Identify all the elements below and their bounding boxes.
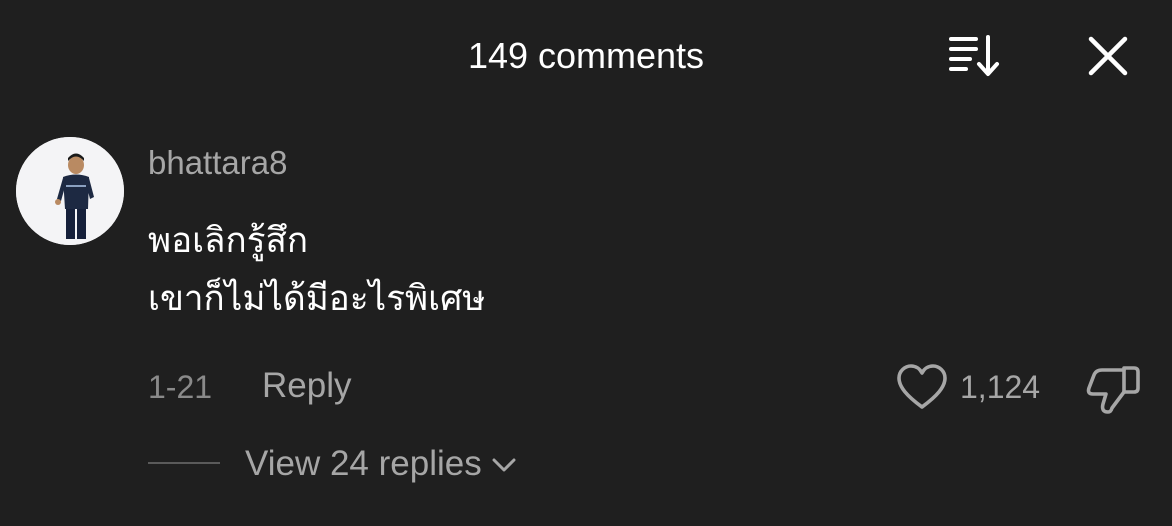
sort-icon[interactable] [946,33,1006,79]
replies-divider [148,462,220,464]
like-count: 1,124 [960,369,1041,405]
chevron-down-icon [492,458,516,472]
reply-button[interactable]: Reply [262,364,351,408]
view-replies-label: View 24 replies [245,444,482,483]
avatar[interactable] [16,137,124,245]
comment-text-line: เขาก็ไม่ได้มีอะไรพิเศษ [148,279,486,319]
comment-text: พอเลิกรู้สึก เขาก็ไม่ได้มีอะไรพิเศษ [148,212,485,328]
comment-text-line: พอเลิกรู้สึก [148,221,309,261]
comment-date: 1-21 [148,369,213,405]
view-replies-button[interactable]: View 24 replies [245,441,518,487]
heart-outline-icon[interactable] [895,362,949,412]
avatar-photo [16,137,124,245]
comment-username[interactable]: bhattara8 [148,142,287,184]
thumbs-down-icon[interactable] [1084,360,1142,416]
close-icon[interactable] [1086,34,1130,78]
